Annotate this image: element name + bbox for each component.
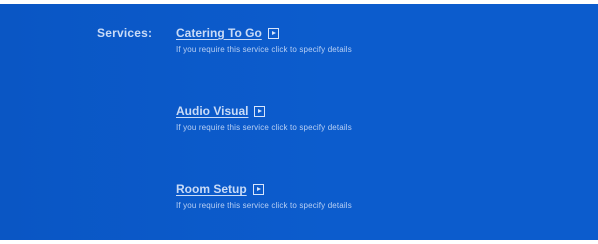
service-link-room-setup[interactable]: Room Setup	[176, 182, 247, 196]
service-title-row: Catering To Go	[176, 26, 352, 40]
service-catering: Catering To Go If you require this servi…	[176, 26, 352, 54]
service-link-catering[interactable]: Catering To Go	[176, 26, 262, 40]
service-audio-visual: Audio Visual If you require this service…	[176, 104, 352, 132]
arrow-right-icon[interactable]	[252, 183, 264, 195]
service-description: If you require this service click to spe…	[176, 123, 352, 132]
services-heading: Services:	[97, 26, 153, 40]
service-link-audio-visual[interactable]: Audio Visual	[176, 104, 248, 118]
arrow-right-icon[interactable]	[254, 105, 266, 117]
arrow-right-icon[interactable]	[267, 27, 279, 39]
service-room-setup: Room Setup If you require this service c…	[176, 182, 352, 210]
service-description: If you require this service click to spe…	[176, 201, 352, 210]
service-title-row: Audio Visual	[176, 104, 352, 118]
service-description: If you require this service click to spe…	[176, 45, 352, 54]
service-title-row: Room Setup	[176, 182, 352, 196]
services-panel: Services: Catering To Go If you require …	[0, 4, 598, 240]
